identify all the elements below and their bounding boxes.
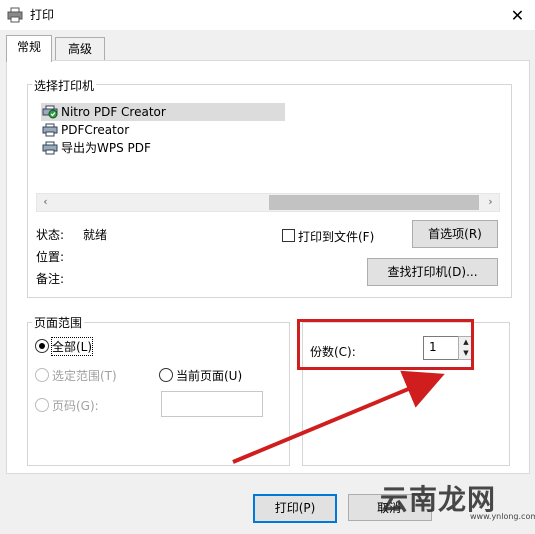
tab-general[interactable]: 常规	[6, 35, 52, 62]
annotation-arrow-icon	[232, 370, 445, 464]
watermark-url: www.ynlong.com	[470, 512, 535, 521]
print-button[interactable]: 打印(P)	[253, 494, 337, 523]
tab-general-label: 常规	[16, 40, 41, 54]
